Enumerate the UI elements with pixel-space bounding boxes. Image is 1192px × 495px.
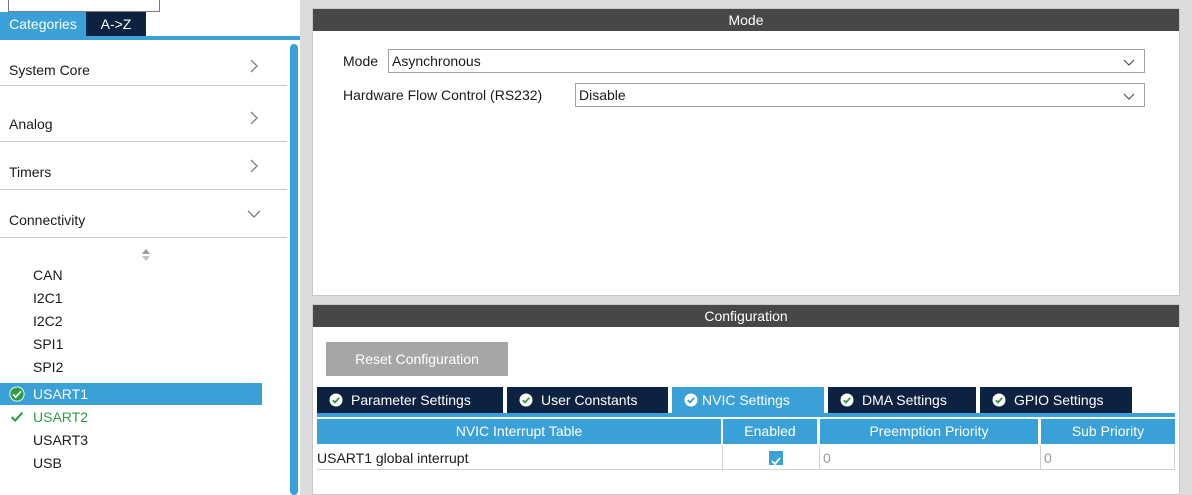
list-item-label: I2C2 [33, 313, 63, 329]
tab-label: User Constants [541, 392, 638, 408]
chevron-right-icon [250, 59, 258, 73]
table-cell-sub-priority[interactable]: 0 [1041, 446, 1175, 470]
check-circle-icon [992, 393, 1006, 407]
check-circle-icon [684, 393, 698, 407]
list-item-i2c2[interactable]: I2C2 [0, 310, 262, 332]
flow-control-label: Hardware Flow Control (RS232) [343, 87, 543, 103]
flow-control-select-value: Disable [579, 87, 626, 103]
tab-dma-settings[interactable]: DMA Settings [828, 387, 976, 413]
table-cell-name: USART1 global interrupt [317, 446, 723, 470]
checkmark-icon [10, 411, 24, 423]
check-circle-icon [519, 393, 533, 407]
column-header[interactable]: Enabled [723, 419, 817, 444]
tab-label: Parameter Settings [351, 392, 471, 408]
category-label: Analog [9, 116, 53, 132]
category-timers[interactable]: Timers [0, 142, 287, 190]
category-analog[interactable]: Analog [0, 94, 287, 142]
category-label: System Core [9, 62, 90, 78]
list-item-label: SPI2 [33, 359, 64, 375]
list-item-label: I2C1 [33, 290, 63, 306]
list-item-spi1[interactable]: SPI1 [0, 333, 262, 355]
mode-panel: Mode Mode Asynchronous Hardware Flow Con… [312, 8, 1180, 296]
list-item-usb[interactable]: USB [0, 452, 262, 474]
scrollbar-thumb[interactable] [290, 44, 298, 495]
flow-control-select[interactable]: Disable [575, 83, 1145, 107]
configuration-panel-title: Configuration [313, 305, 1179, 327]
check-circle-icon [840, 393, 854, 407]
table-cell-enabled [723, 446, 820, 470]
enabled-checkbox[interactable] [769, 451, 783, 466]
tab-gpio-settings[interactable]: GPIO Settings [980, 387, 1132, 413]
chevron-right-icon [250, 159, 258, 173]
chevron-right-icon [250, 111, 258, 125]
category-connectivity[interactable]: Connectivity [0, 190, 287, 238]
column-header[interactable]: NVIC Interrupt Table [317, 419, 721, 444]
search-input[interactable] [8, 0, 160, 12]
tab-user-constants[interactable]: User Constants [507, 387, 668, 413]
list-item-can[interactable]: CAN [0, 264, 262, 286]
table-cell-preemption[interactable]: 0 [820, 446, 1041, 470]
check-circle-icon [9, 386, 25, 402]
tab-underline [0, 36, 300, 40]
list-item-label: USART1 [33, 386, 88, 402]
mode-select[interactable]: Asynchronous [388, 49, 1145, 73]
dropdown-arrow-icon [1123, 93, 1135, 100]
left-panel: Categories A->Z System Core Analog Timer… [0, 0, 300, 495]
check-circle-icon [329, 393, 343, 407]
tab-categories[interactable]: Categories [0, 12, 86, 36]
list-item-spi2[interactable]: SPI2 [0, 356, 262, 378]
column-header[interactable]: Sub Priority [1041, 419, 1175, 444]
mode-label: Mode [343, 53, 379, 69]
tab-nvic-settings[interactable]: NVIC Settings [672, 387, 824, 413]
category-label: Connectivity [9, 212, 86, 228]
configuration-panel: Configuration Reset Configuration Parame… [312, 304, 1180, 495]
dropdown-arrow-icon [1123, 59, 1135, 66]
list-item-usart1[interactable]: USART1 [0, 383, 262, 405]
sort-arrows-icon[interactable] [140, 248, 152, 262]
list-item-i2c1[interactable]: I2C1 [0, 287, 262, 309]
list-item-label: CAN [33, 267, 63, 283]
list-item-usart3[interactable]: USART3 [0, 429, 262, 451]
checkbox-checked-icon [771, 457, 781, 466]
tab-label: GPIO Settings [1014, 392, 1104, 408]
list-item-label: USB [33, 455, 62, 471]
category-label: Timers [9, 164, 52, 180]
column-header[interactable]: Preemption Priority [820, 419, 1038, 444]
mode-select-value: Asynchronous [392, 53, 481, 69]
mode-panel-title: Mode [313, 9, 1179, 31]
tab-underline [317, 413, 1175, 417]
tab-label: DMA Settings [862, 392, 947, 408]
chevron-down-icon [247, 210, 261, 218]
tab-label: NVIC Settings [702, 392, 790, 408]
reset-configuration-button[interactable]: Reset Configuration [326, 342, 508, 376]
list-item-usart2[interactable]: USART2 [0, 406, 262, 428]
list-item-label: SPI1 [33, 336, 64, 352]
tab-a-to-z[interactable]: A->Z [86, 12, 146, 36]
list-item-label: USART3 [33, 432, 88, 448]
tab-parameter-settings[interactable]: Parameter Settings [317, 387, 503, 413]
list-item-label: USART2 [33, 409, 88, 425]
category-system-core[interactable]: System Core [0, 46, 287, 86]
